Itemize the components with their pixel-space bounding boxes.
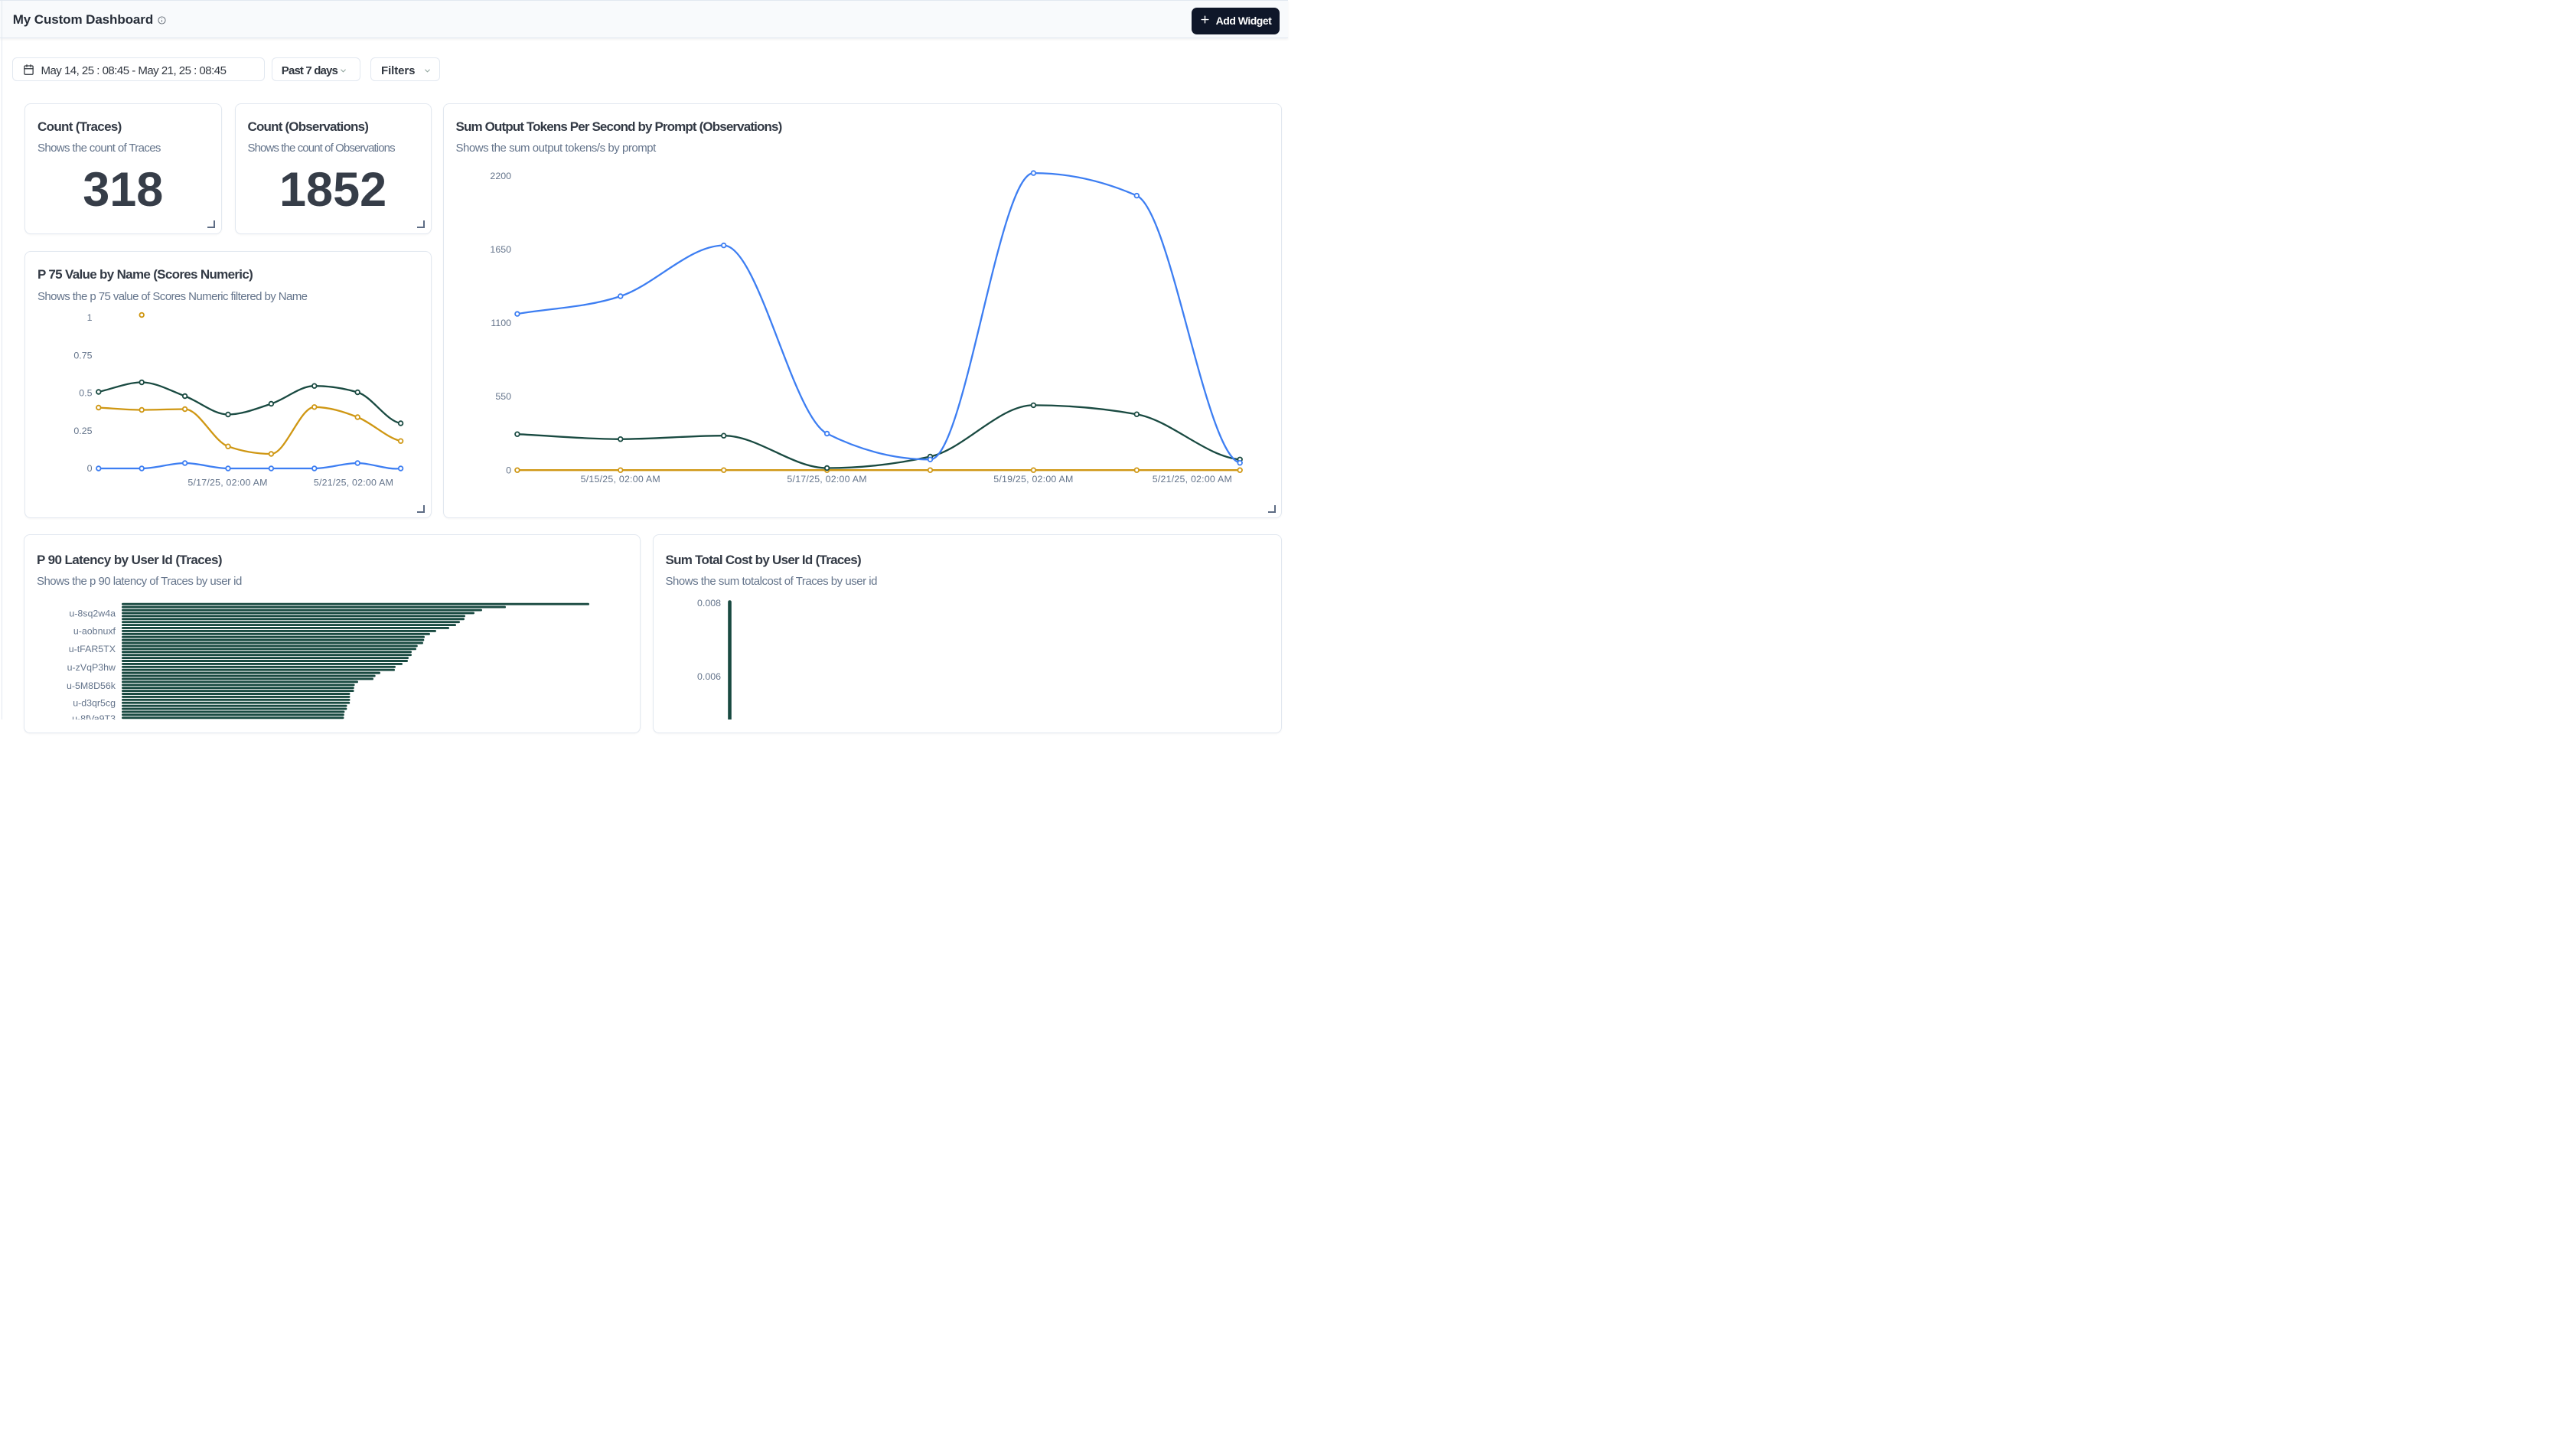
svg-text:0.25: 0.25 [73,426,92,436]
svg-text:0.5: 0.5 [79,388,92,399]
svg-text:u-aobnuxf: u-aobnuxf [73,626,116,637]
svg-text:0: 0 [506,465,511,475]
svg-text:u-zVqP3hw: u-zVqP3hw [67,662,116,673]
svg-text:u-8sq2w4a: u-8sq2w4a [69,608,116,618]
svg-text:0.008: 0.008 [696,598,720,609]
svg-text:0.006: 0.006 [696,671,720,682]
svg-text:u-5M8D56k: u-5M8D56k [67,680,116,691]
svg-text:5/17/25, 02:00 AM: 5/17/25, 02:00 AM [787,474,866,485]
svg-text:5/19/25, 02:00 AM: 5/19/25, 02:00 AM [993,474,1073,485]
svg-text:0.75: 0.75 [73,350,92,361]
svg-text:550: 550 [495,391,511,402]
svg-text:u-tFAR5TX: u-tFAR5TX [69,644,116,654]
svg-text:5/21/25, 02:00 AM: 5/21/25, 02:00 AM [1152,474,1231,485]
svg-text:u-d3qr5cg: u-d3qr5cg [73,698,116,709]
svg-text:u-8fVa9T3: u-8fVa9T3 [72,713,116,720]
svg-text:1650: 1650 [490,244,511,255]
svg-text:5/15/25, 02:00 AM: 5/15/25, 02:00 AM [580,474,660,485]
svg-text:2200: 2200 [490,171,511,181]
svg-text:5/17/25, 02:00 AM: 5/17/25, 02:00 AM [187,478,267,488]
svg-text:1: 1 [87,312,93,323]
svg-text:1100: 1100 [491,318,511,328]
svg-text:0: 0 [87,463,93,474]
svg-text:5/21/25, 02:00 AM: 5/21/25, 02:00 AM [314,478,393,488]
